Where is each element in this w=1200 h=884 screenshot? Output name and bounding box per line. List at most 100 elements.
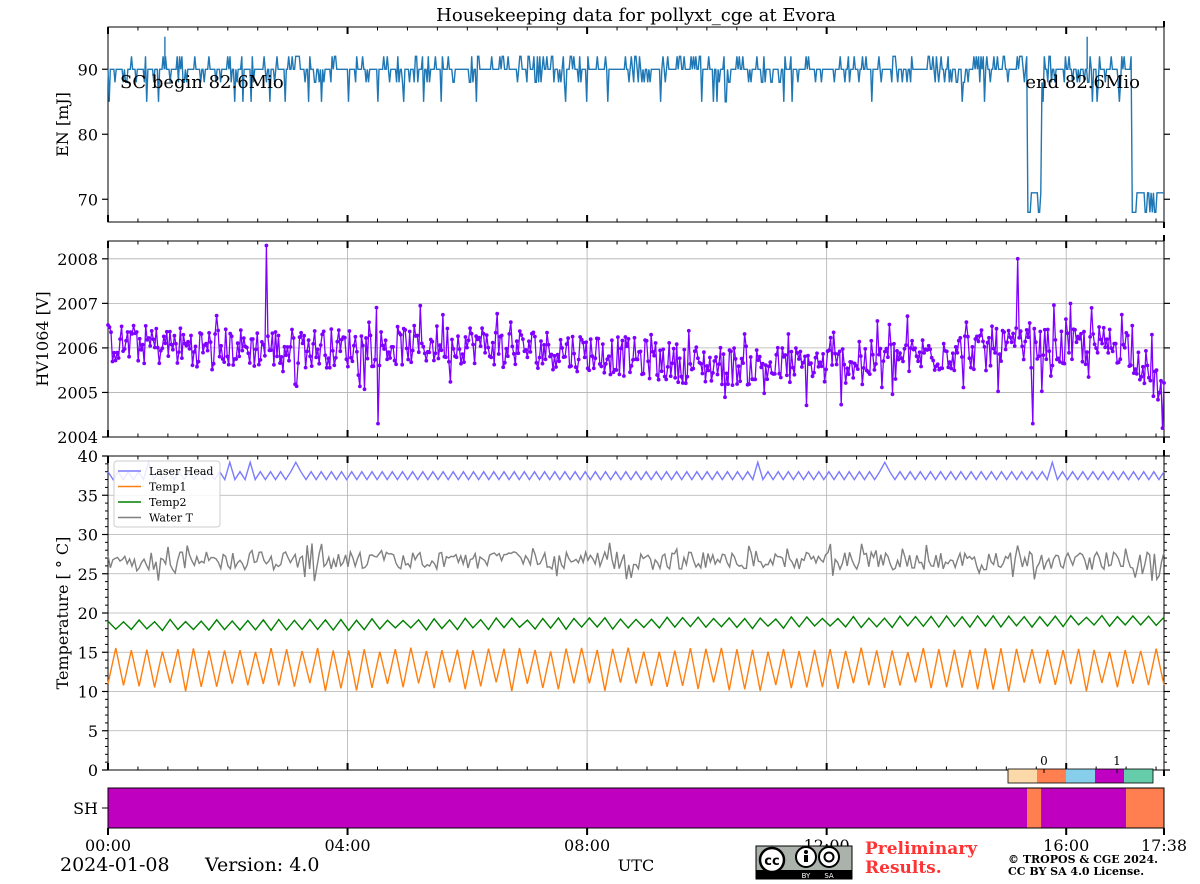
y-tick-label: 5 <box>88 722 98 741</box>
hv1064-point <box>537 355 542 360</box>
hv1064-point <box>238 328 243 332</box>
hv1064-point <box>478 344 483 348</box>
hv1064-point <box>407 329 412 334</box>
hv1064-point <box>717 362 721 366</box>
hv1064-point <box>140 342 145 347</box>
hv1064-point <box>846 372 851 377</box>
hv1064-point <box>1098 337 1103 342</box>
hv1064-point <box>706 368 711 373</box>
hv1064-point <box>199 332 204 336</box>
hv1064-point <box>839 402 844 407</box>
cc-license-badge: cc BY SA <box>755 845 853 880</box>
hv1064-point <box>994 326 999 331</box>
hv1064-point <box>208 340 213 344</box>
hv1064-point <box>766 364 771 369</box>
hv1064-point <box>677 356 682 361</box>
hv1064-point <box>438 343 442 348</box>
hv1064-point <box>928 347 933 352</box>
hv1064-point <box>439 348 444 353</box>
hv1064-point <box>733 357 738 361</box>
hv1064-point <box>738 379 742 384</box>
hv1064-point <box>311 342 316 346</box>
hv1064-point <box>652 353 656 358</box>
hv1064-point <box>508 320 513 325</box>
hv1064-point <box>344 357 349 362</box>
hv1064-point <box>432 358 436 363</box>
hv1064-point <box>985 340 990 345</box>
hv1064-point <box>418 303 423 308</box>
hv1064-point <box>507 332 512 336</box>
hv1064-point <box>593 356 598 361</box>
hv1064-point <box>815 351 819 356</box>
hv1064-point <box>143 324 148 328</box>
hv1064-point <box>982 345 987 349</box>
hv1064-point <box>563 354 567 359</box>
hv1064-point <box>845 366 850 371</box>
hv1064-point <box>1026 335 1031 340</box>
hv1064-point <box>955 350 960 355</box>
hv1064-point <box>863 347 868 351</box>
hv1064-point <box>137 336 142 341</box>
hv1064-point <box>1077 336 1082 341</box>
hv1064-point <box>901 359 905 364</box>
colorbar-cell <box>1124 769 1153 783</box>
hv1064-point <box>736 364 741 369</box>
hv1064-point <box>1145 363 1150 368</box>
hv1064-point <box>780 346 785 350</box>
hv1064-point <box>546 342 551 347</box>
hv1064-point <box>127 354 131 359</box>
hv1064-point <box>685 374 690 379</box>
housekeeping-figure: Housekeeping data for pollyxt_cge at Evo… <box>0 0 1200 880</box>
hv1064-point <box>600 342 605 346</box>
hv1064-point <box>855 367 860 371</box>
hv1064-point <box>679 374 684 379</box>
hv1064-point <box>157 361 162 366</box>
hv1064-point <box>155 345 160 350</box>
hv1064-point <box>178 326 183 331</box>
hv1064-point <box>257 362 261 367</box>
hv1064-point <box>290 327 294 332</box>
hv1064-point <box>358 384 362 389</box>
hv1064-point <box>806 353 810 358</box>
hv1064-point <box>469 331 474 336</box>
hv1064-point <box>441 312 445 317</box>
hv1064-point <box>1086 375 1091 379</box>
hv1064-point <box>941 341 946 346</box>
hv1064-point <box>1160 426 1165 430</box>
hv1064-point <box>667 341 672 345</box>
hv1064-point <box>659 369 664 374</box>
hv1064-point <box>435 324 439 328</box>
hv1064-point <box>638 349 643 354</box>
hv1064-point <box>747 382 751 386</box>
hv1064-point <box>264 243 269 248</box>
hv1064-point <box>935 362 940 367</box>
hv1064-point <box>673 375 678 380</box>
hv1064-point <box>1008 335 1012 340</box>
hv1064-point <box>253 347 258 352</box>
hv1064-point <box>524 348 528 352</box>
hv1064-point <box>394 362 398 367</box>
hv1064-point <box>694 345 699 350</box>
annotation-sc-begin: SC begin 82.6Mio <box>120 72 284 93</box>
hv1064-point <box>711 371 715 375</box>
hv1064-point <box>1003 347 1008 352</box>
hv1064-point <box>421 344 426 349</box>
hv1064-point <box>406 357 411 362</box>
hv1064-point <box>1092 342 1097 347</box>
hv1064-point <box>315 347 320 352</box>
hv1064-point <box>536 366 540 370</box>
hv1064-point <box>691 366 696 371</box>
hv1064-point <box>460 352 465 356</box>
hv1064-point <box>361 343 365 348</box>
hv1064-point <box>730 383 735 387</box>
hv1064-point <box>913 346 917 351</box>
hv1064-point <box>362 387 367 392</box>
hv1064-point <box>768 360 773 365</box>
hv1064-point <box>635 357 640 362</box>
hv1064-point <box>991 346 996 351</box>
hv1064-point <box>415 333 420 338</box>
hv1064-point <box>326 356 331 361</box>
hv1064-point <box>1056 356 1061 361</box>
hv1064-point <box>703 379 708 384</box>
hv1064-point <box>400 362 405 367</box>
